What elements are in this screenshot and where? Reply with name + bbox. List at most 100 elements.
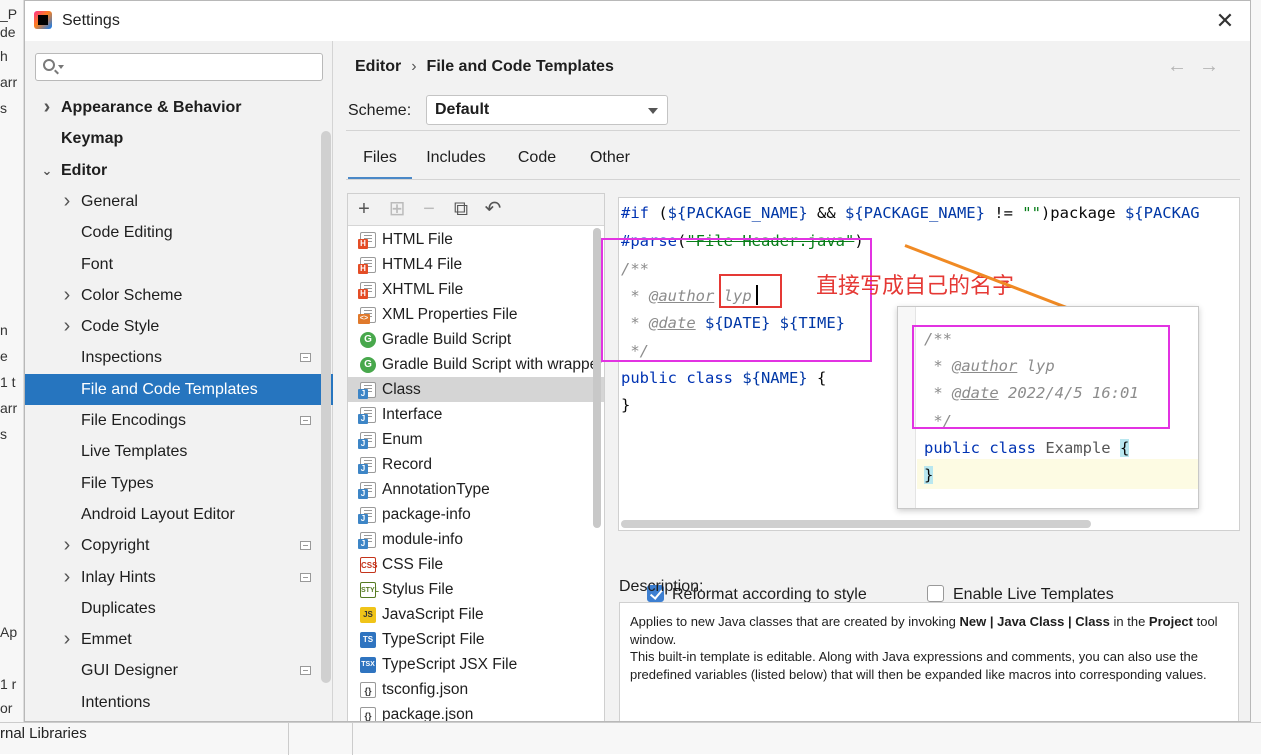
sidebar-item-duplicates[interactable]: Duplicates (25, 593, 333, 624)
template-item[interactable]: CSS CSS File (348, 552, 604, 577)
chevron-right-icon[interactable]: › (61, 624, 73, 655)
template-name: XML Properties File (382, 306, 518, 323)
sidebar-item-label: File Encodings (81, 412, 186, 429)
breadcrumb-editor[interactable]: Editor (355, 58, 401, 75)
sidebar-item-appearance-behavior[interactable]: › Appearance & Behavior (25, 92, 333, 123)
js-file-icon: JS (360, 607, 376, 623)
close-icon[interactable]: ✕ (1211, 7, 1239, 35)
sidebar-item-file-types[interactable]: File Types (25, 468, 333, 499)
project-level-icon (300, 572, 311, 582)
tab-other[interactable]: Other (574, 144, 646, 180)
template-item[interactable]: package-info (348, 502, 604, 527)
project-level-icon (300, 416, 311, 425)
scheme-label: Scheme: (348, 102, 412, 119)
search-icon (43, 59, 55, 71)
tab-includes[interactable]: Includes (414, 144, 498, 180)
sidebar-item-file-and-code-templates[interactable]: File and Code Templates (25, 373, 333, 405)
g-file-icon: G (360, 332, 376, 348)
template-item[interactable]: AnnotationType (348, 477, 604, 502)
styl-file-icon: STYL (360, 582, 379, 598)
list-scrollbar[interactable] (593, 228, 601, 528)
window-title: Settings (62, 12, 120, 29)
search-input[interactable] (35, 53, 323, 81)
template-item[interactable]: G Gradle Build Script (348, 327, 604, 352)
json-file-icon: {} (360, 707, 376, 721)
template-item[interactable]: Class (348, 377, 604, 402)
sidebar-item-label: Appearance & Behavior (61, 99, 242, 116)
sidebar-item-color-scheme[interactable]: › Color Scheme (25, 280, 333, 311)
template-item[interactable]: HTML File (348, 227, 604, 252)
template-item[interactable]: {} package.json (348, 702, 604, 721)
search-options-icon[interactable] (58, 65, 64, 69)
template-item[interactable]: TS TypeScript File (348, 627, 604, 652)
template-name: Gradle Build Script (382, 331, 512, 348)
reset-icon[interactable]: ↶ (482, 198, 504, 220)
sidebar-item-general[interactable]: › General (25, 186, 333, 217)
chevron-down-icon[interactable]: ⌄ (41, 155, 53, 186)
sidebar-item-intentions[interactable]: Intentions (25, 687, 333, 718)
back-arrow-icon[interactable]: ← (1167, 55, 1199, 77)
template-item[interactable]: {} tsconfig.json (348, 677, 604, 702)
chevron-down-icon (648, 108, 658, 114)
settings-sidebar: › Appearance & Behavior Keymap ⌄ Editor › Gene… (25, 41, 333, 721)
chevron-right-icon[interactable]: › (61, 562, 73, 593)
sidebar-item-label: Intentions (81, 693, 151, 711)
sidebar-item-copyright[interactable]: › Copyright (25, 530, 333, 561)
sidebar-item-live-templates[interactable]: Live Templates (25, 436, 333, 467)
live-templates-checkbox[interactable] (927, 585, 944, 602)
editor-hscrollbar[interactable] (621, 520, 1091, 528)
template-item[interactable]: Record (348, 452, 604, 477)
h-file-icon (358, 232, 376, 249)
template-item[interactable]: JS JavaScript File (348, 602, 604, 627)
forward-arrow-icon[interactable]: → (1199, 55, 1231, 77)
sidebar-item-file-encodings[interactable]: File Encodings (25, 405, 333, 436)
j-file-icon (358, 457, 376, 474)
template-item[interactable]: HTML4 File (348, 252, 604, 277)
sidebar-item-label: Android Layout Editor (81, 505, 235, 523)
sidebar-item-editor[interactable]: ⌄ Editor (25, 155, 333, 186)
sidebar-item-label: Duplicates (81, 599, 156, 617)
template-name: Class (382, 381, 421, 398)
chevron-right-icon[interactable]: › (61, 311, 73, 342)
j-file-icon (358, 507, 376, 524)
template-item[interactable]: XML Properties File (348, 302, 604, 327)
template-name: XHTML File (382, 281, 464, 298)
copy-icon[interactable]: ⧉ (450, 198, 472, 220)
sidebar-item-inlay-hints[interactable]: › Inlay Hints (25, 562, 333, 593)
description-label: Description: (619, 578, 704, 595)
chevron-right-icon[interactable]: › (61, 280, 73, 311)
preview-line-5: public class Example { (924, 439, 1130, 457)
tab-files[interactable]: Files (348, 144, 412, 180)
sidebar-item-font[interactable]: Font (25, 249, 333, 280)
sidebar-item-inspections[interactable]: Inspections (25, 342, 333, 373)
sidebar-item-code-editing[interactable]: Code Editing (25, 217, 333, 248)
tab-code[interactable]: Code (506, 144, 568, 180)
annotation-author-box (719, 274, 782, 308)
scheme-select[interactable]: Default (426, 95, 668, 125)
chevron-right-icon[interactable]: › (61, 530, 73, 561)
j-file-icon (358, 432, 376, 449)
preview-line-6: } (924, 466, 934, 484)
sidebar-item-gui-designer[interactable]: GUI Designer (25, 655, 333, 686)
sidebar-item-android-layout-editor[interactable]: Android Layout Editor (25, 499, 333, 530)
add-child-icon[interactable]: ⊞ (386, 198, 408, 220)
chevron-right-icon[interactable]: › (41, 92, 53, 123)
template-item[interactable]: TSX TypeScript JSX File (348, 652, 604, 677)
sidebar-item-keymap[interactable]: Keymap (25, 123, 333, 154)
remove-icon[interactable]: − (418, 198, 440, 220)
text-cursor (756, 285, 758, 305)
chevron-right-icon[interactable]: › (61, 186, 73, 217)
template-item[interactable]: Enum (348, 427, 604, 452)
annotation-text: 直接写成自己的名字 (816, 274, 1015, 299)
sidebar-item-code-style[interactable]: › Code Style (25, 311, 333, 342)
template-item[interactable]: module-info (348, 527, 604, 552)
sidebar-scrollbar[interactable] (321, 131, 331, 683)
template-item[interactable]: G Gradle Build Script with wrapper (348, 352, 604, 377)
template-item[interactable]: Interface (348, 402, 604, 427)
template-name: Interface (382, 406, 443, 423)
template-item[interactable]: STYL Stylus File (348, 577, 604, 602)
add-icon[interactable]: + (353, 198, 375, 220)
template-item[interactable]: XHTML File (348, 277, 604, 302)
sidebar-item-emmet[interactable]: › Emmet (25, 624, 333, 655)
template-name: Stylus File (382, 581, 454, 598)
